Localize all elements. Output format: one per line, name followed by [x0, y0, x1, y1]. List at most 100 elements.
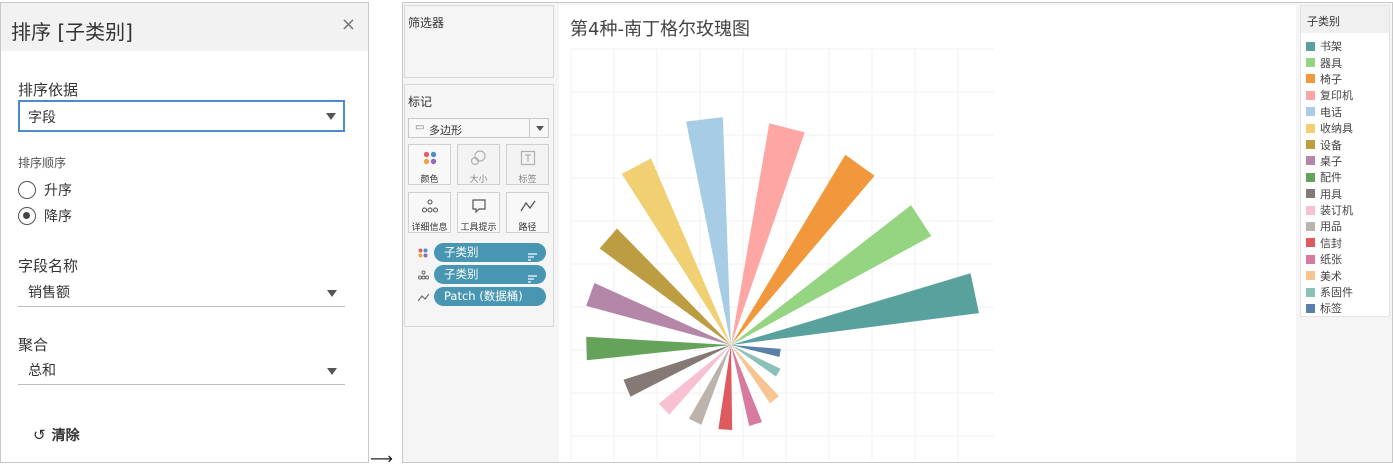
legend-item[interactable]: 信封	[1306, 235, 1353, 251]
sort-by-value: 字段	[28, 110, 56, 126]
rose-chart	[570, 48, 994, 460]
pill-label: 子类别	[444, 245, 479, 259]
legend-swatch	[1306, 189, 1315, 199]
legend-item[interactable]: 装订机	[1306, 202, 1353, 218]
pill-label: 子类别	[444, 267, 479, 281]
size-button[interactable]: 大小	[457, 144, 500, 185]
mark-type-select[interactable]: ▭ 多边形	[408, 118, 549, 138]
legend-item[interactable]: 用具	[1306, 186, 1353, 202]
rose-petal-4[interactable]	[731, 123, 805, 345]
legend-label: 电话	[1320, 105, 1342, 119]
sort-dialog: 排序 [子类别] × 排序依据 字段 排序顺序 升序 降序 字段名称 销售额 聚…	[0, 2, 369, 463]
legend-swatch	[1306, 221, 1315, 231]
descending-radio[interactable]: 降序	[18, 206, 72, 226]
rose-petal-8[interactable]	[586, 283, 731, 345]
legend-item[interactable]: 配件	[1306, 169, 1353, 185]
dialog-title: 排序 [子类别]	[11, 20, 133, 44]
rose-petal-14[interactable]	[731, 345, 762, 426]
legend-item[interactable]: 用品	[1306, 218, 1353, 234]
label-button-label: 标签	[518, 175, 537, 185]
detail-icon	[417, 268, 429, 282]
legend-item[interactable]: 书架	[1306, 38, 1353, 54]
path-field-pill[interactable]: Patch (数据桶)	[434, 287, 546, 306]
legend-swatch	[1306, 205, 1315, 215]
legend-label: 美术	[1320, 269, 1342, 283]
legend-item[interactable]: 纸张	[1306, 251, 1353, 267]
legend-label: 装订机	[1320, 204, 1353, 218]
detail-button-label: 详细信息	[411, 223, 448, 233]
color-field-pill[interactable]: 子类别	[434, 243, 546, 262]
legend-swatch	[1306, 172, 1315, 182]
legend-label: 复印机	[1320, 89, 1353, 103]
legend-label: 配件	[1320, 171, 1342, 185]
color-icon	[417, 246, 429, 260]
detail-button[interactable]: 详细信息	[408, 192, 451, 233]
filters-pane[interactable]: 筛选器	[404, 5, 554, 78]
legend-item[interactable]: 桌子	[1306, 153, 1353, 169]
clear-button[interactable]: ↺ 清除	[33, 425, 80, 445]
arrow-icon: ⟶	[370, 449, 393, 465]
legend-label: 椅子	[1320, 72, 1342, 86]
legend-label: 书架	[1320, 40, 1342, 54]
chevron-down-icon	[536, 126, 544, 131]
detail-pill-row: 子类别	[408, 265, 550, 285]
path-icon	[417, 290, 429, 304]
marks-pane: 标记 ▭ 多边形 颜色 大小 标签 详细信息 工具提示 路径 子类别 子类别 P…	[404, 84, 554, 327]
legend-item[interactable]: 设备	[1306, 136, 1353, 152]
tooltip-button-label: 工具提示	[460, 223, 497, 233]
filters-title: 筛选器	[408, 16, 445, 30]
field-name-value: 销售额	[28, 285, 70, 301]
legend-swatch	[1306, 74, 1315, 84]
legend-item[interactable]: 器具	[1306, 54, 1353, 70]
legend-swatch	[1306, 238, 1315, 248]
color-icon	[409, 149, 450, 167]
sort-by-label: 排序依据	[18, 81, 79, 99]
color-pill-row: 子类别	[408, 243, 550, 263]
color-button[interactable]: 颜色	[408, 144, 451, 185]
rose-petal-9[interactable]	[586, 336, 731, 361]
size-icon	[458, 149, 499, 167]
legend-label: 标签	[1320, 302, 1342, 316]
tooltip-button[interactable]: 工具提示	[457, 192, 500, 233]
legend-title: 子类别	[1301, 6, 1389, 33]
legend-swatch	[1306, 58, 1315, 68]
legend-item[interactable]: 电话	[1306, 104, 1353, 120]
legend-item[interactable]: 美术	[1306, 267, 1353, 283]
label-button[interactable]: 标签	[506, 144, 549, 185]
ascending-radio[interactable]: 升序	[18, 180, 72, 200]
legend-label: 桌子	[1320, 154, 1342, 168]
legend-label: 用具	[1320, 187, 1342, 201]
mark-type-label: 多边形	[429, 124, 462, 137]
aggregation-select[interactable]: 总和	[18, 357, 345, 385]
legend-swatch	[1306, 140, 1315, 150]
rose-petal-11[interactable]	[658, 345, 731, 415]
legend-label: 信封	[1320, 236, 1342, 250]
legend-item[interactable]: 复印机	[1306, 87, 1353, 103]
path-icon	[507, 197, 548, 215]
legend-swatch	[1306, 41, 1315, 51]
marks-title: 标记	[408, 95, 433, 109]
path-button[interactable]: 路径	[506, 192, 549, 233]
clear-label: 清除	[51, 428, 80, 444]
viz-canvas: 第4种-南丁格尔玫瑰图	[559, 5, 1296, 462]
legend-label: 器具	[1320, 56, 1342, 70]
legend-swatch	[1306, 287, 1315, 297]
chevron-down-icon	[327, 290, 337, 297]
sort-by-select[interactable]: 字段	[18, 100, 345, 132]
legend-item[interactable]: 系固件	[1306, 284, 1353, 300]
legend-item[interactable]: 标签	[1306, 300, 1353, 316]
detail-field-pill[interactable]: 子类别	[434, 265, 546, 284]
field-name-label: 字段名称	[18, 257, 79, 275]
legend-label: 收纳具	[1320, 122, 1353, 136]
close-icon[interactable]: ×	[341, 15, 356, 35]
radio-checked-icon	[18, 207, 36, 225]
aggregation-value: 总和	[28, 363, 56, 379]
size-button-label: 大小	[469, 175, 488, 185]
legend-swatch	[1306, 90, 1315, 100]
legend-swatch	[1306, 156, 1315, 166]
legend-label: 用品	[1320, 220, 1342, 234]
legend-item[interactable]: 椅子	[1306, 71, 1353, 87]
legend-swatch	[1306, 254, 1315, 264]
field-name-select[interactable]: 销售额	[18, 279, 345, 307]
legend-item[interactable]: 收纳具	[1306, 120, 1353, 136]
